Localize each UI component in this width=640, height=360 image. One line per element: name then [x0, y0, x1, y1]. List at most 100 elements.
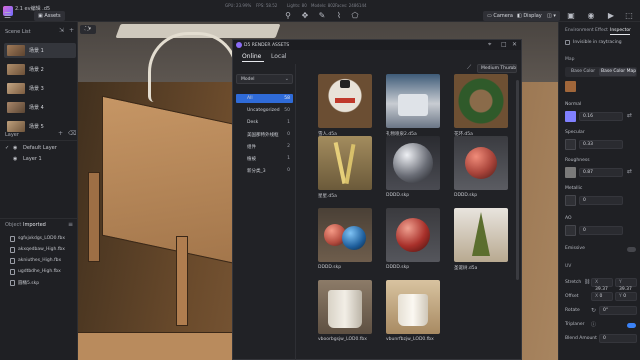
asset-card[interactable]: 礼物喷泉2.d5a [386, 74, 440, 137]
metallic-map-slot[interactable] [565, 195, 576, 206]
assets-button[interactable]: ▣ Assets [34, 11, 65, 21]
inspector-panel: Environment Effect Inspector Invisible i… [558, 22, 640, 360]
close-icon[interactable]: ✕ [512, 41, 517, 48]
tab-inspector[interactable]: Inspector [610, 28, 631, 33]
asset-card[interactable]: 花环.d5a [454, 74, 508, 137]
maximize-icon[interactable]: □ [501, 41, 507, 48]
camera-button[interactable]: ▭ Camera [483, 11, 517, 21]
scene-item-1[interactable]: 场景 1 [4, 43, 76, 58]
path-tool-icon[interactable]: ⌇ [334, 11, 344, 21]
file-item[interactable]: akxqedbaw_High.fbx [4, 245, 76, 256]
invisible-checkbox[interactable] [565, 40, 570, 45]
specular-input[interactable]: 0.33 [579, 140, 623, 149]
blend-amount-input[interactable]: 0 [599, 334, 637, 343]
scene-item-label: 场景 3 [29, 86, 44, 92]
triplanar-toggle[interactable] [627, 323, 636, 328]
add-scene-icon[interactable]: + [69, 27, 74, 34]
stretch-y-input[interactable]: Y 39.37 [615, 278, 637, 292]
metallic-input[interactable]: 0 [579, 196, 623, 205]
tab-effect[interactable]: Effect [595, 28, 608, 33]
tab-online[interactable]: Online [242, 53, 261, 60]
eye-icon[interactable]: ◉ [13, 156, 17, 162]
delete-layer-icon[interactable]: ⌫ [68, 130, 76, 137]
menu-icon[interactable]: ☰ [4, 11, 14, 21]
asset-card[interactable]: DDDD.skp [454, 136, 508, 198]
layer-item-label[interactable]: Layer 1 [23, 156, 42, 162]
add-layer-icon[interactable]: + [58, 130, 63, 137]
category-all[interactable]: All 58 [236, 94, 293, 103]
tab-object[interactable]: Object [5, 222, 21, 228]
scrollbar[interactable] [516, 80, 519, 280]
import-scene-icon[interactable]: ⇲ [59, 27, 64, 34]
video-icon[interactable]: ▶ [606, 11, 616, 21]
asset-card[interactable]: DDDD.skp [318, 208, 372, 270]
category-item[interactable]: 植被 1 [236, 154, 293, 163]
file-item[interactable]: 圆桶5.skp [4, 278, 76, 289]
roughness-input[interactable]: 0.87 [579, 168, 623, 177]
layer-item-label[interactable]: Default Layer [23, 145, 57, 151]
base-color-map-tab[interactable]: Base Color Map [601, 69, 636, 74]
file-item[interactable]: ugdtbdhe_High.fbx [4, 267, 76, 278]
scene-item-2[interactable]: 场景 2 [4, 62, 76, 77]
ao-map-slot[interactable] [565, 225, 576, 236]
category-item[interactable]: 美国那特外线框 0 [236, 130, 293, 139]
shape-tool-icon[interactable]: ⬠ [350, 11, 360, 21]
emissive-toggle[interactable] [627, 247, 636, 252]
rotate-icon[interactable]: ↻ [591, 307, 596, 314]
brush-icon[interactable]: ⟋ [467, 64, 471, 72]
asset-card[interactable]: DDDD.skp [386, 208, 440, 270]
rotate-input[interactable]: 0° [599, 306, 637, 315]
offset-y-input[interactable]: Y 0 [615, 292, 637, 301]
render-button[interactable]: ◫ ▾ [543, 11, 560, 21]
specular-map-slot[interactable] [565, 139, 576, 150]
category-item[interactable]: 新分类_3 0 [236, 166, 293, 175]
filter-icon[interactable]: ≡ [68, 221, 73, 228]
asset-card[interactable]: DDDD.skp [386, 136, 440, 198]
asset-thumbnail [386, 208, 440, 262]
roughness-map-swatch[interactable] [565, 167, 576, 178]
category-item[interactable]: 组件 2 [236, 142, 293, 151]
file-icon [10, 236, 15, 242]
scene-item-3[interactable]: 场景 3 [4, 81, 76, 96]
file-item[interactable]: akniuthes_High.fbx [4, 256, 76, 267]
eye-icon[interactable]: ◉ [13, 145, 17, 151]
swap-icon[interactable]: ⇄ [627, 112, 632, 119]
pin-tool-icon[interactable]: ⚲ [283, 11, 293, 21]
pin-icon[interactable]: ⌖ [488, 41, 491, 49]
view-mode-icon[interactable]: ⛶▾ [80, 25, 96, 34]
panorama-icon[interactable]: ⬚ [624, 11, 634, 21]
photo-camera-icon[interactable]: ◉ [586, 11, 596, 21]
asset-card[interactable]: 星星.d5a [318, 136, 372, 199]
left-panel: Scene List ⇲ + 场景 1 场景 2 场景 3 场景 4 场景 5 … [0, 22, 78, 360]
asset-card[interactable]: vbunrfbzjw_LOD0.fbx [386, 280, 440, 342]
offset-x-input[interactable]: X 0 [591, 292, 613, 301]
display-button[interactable]: ◧ Display [513, 11, 546, 21]
brush-tool-icon[interactable]: ✎ [317, 11, 327, 21]
tab-environment[interactable]: Environment [565, 28, 594, 33]
asset-card[interactable]: 雪人.d5a [318, 74, 372, 137]
normal-input[interactable]: 0.16 [579, 112, 623, 121]
move-tool-icon[interactable]: ✥ [300, 11, 310, 21]
tab-local[interactable]: Local [271, 53, 287, 60]
base-color-swatch[interactable] [565, 81, 576, 92]
offset-label: Offset [565, 294, 579, 299]
category-desk[interactable]: Desk 1 [236, 118, 293, 127]
base-color-tab[interactable]: Base Color [571, 69, 595, 74]
file-item[interactable]: sgfxjxkdgs_LOD0.fbx [4, 234, 76, 245]
image-icon[interactable]: ▣ [566, 11, 576, 21]
scene-item-4[interactable]: 场景 4 [4, 100, 76, 115]
swap-icon[interactable]: ⇄ [627, 168, 632, 175]
rotate-label: Rotate [565, 308, 580, 313]
tab-imported[interactable]: Imported [23, 222, 46, 228]
stretch-x-input[interactable]: X 39.37 [591, 278, 613, 292]
display-label: Display [523, 13, 542, 19]
model-dropdown[interactable]: Model ⌄ [236, 74, 293, 84]
category-uncategorized[interactable]: Uncategorized 50 [236, 106, 293, 115]
thumb-size-select[interactable]: Medium Thumb ⌄ [477, 64, 517, 73]
asset-thumbnail [386, 280, 440, 334]
ao-input[interactable]: 0 [579, 226, 623, 235]
normal-map-swatch[interactable] [565, 111, 576, 122]
link-icon[interactable]: ⛓ [584, 279, 590, 285]
asset-card[interactable]: vboorbgsjw_LOD0.fbx [318, 280, 372, 342]
asset-card[interactable]: 圣诞树.d5a [454, 208, 508, 271]
